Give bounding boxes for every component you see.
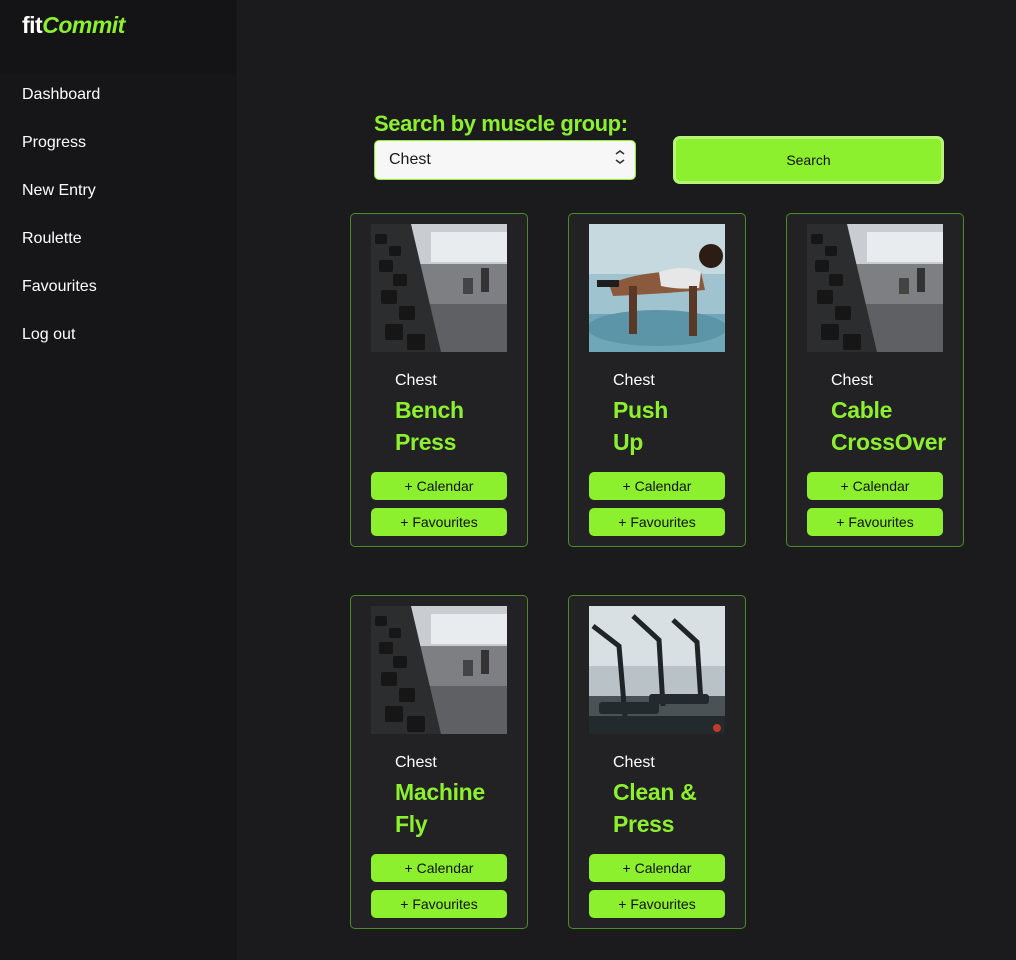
card-title-line-1: Machine: [395, 779, 485, 805]
card-title: Cable CrossOver: [831, 394, 991, 458]
card-title: Bench Press: [395, 394, 555, 458]
add-to-calendar-button[interactable]: + Calendar: [371, 854, 507, 882]
search-label: Search by muscle group:: [374, 111, 628, 136]
dumbbell-rack-image: [371, 606, 507, 734]
card-title-line-1: Bench: [395, 397, 464, 423]
card-title-line-1: Cable: [831, 397, 893, 423]
add-to-favourites-button[interactable]: + Favourites: [371, 890, 507, 918]
add-to-favourites-button[interactable]: + Favourites: [589, 508, 725, 536]
card-title-line-2: Press: [613, 811, 675, 837]
card-title: Machine Fly: [395, 776, 555, 840]
logo-prefix: fit: [22, 12, 43, 38]
add-to-calendar-button[interactable]: + Calendar: [807, 472, 943, 500]
sidebar-item-new-entry[interactable]: New Entry: [22, 180, 100, 228]
sidebar-item-roulette[interactable]: Roulette: [22, 228, 100, 276]
dumbbell-rack-image: [807, 224, 943, 352]
exercise-card: Chest Push Up + Calendar + Favourites: [568, 213, 746, 547]
muscle-group-select[interactable]: Chest: [374, 140, 636, 180]
sidebar-item-favourites[interactable]: Favourites: [22, 276, 100, 324]
card-title-line-1: Clean &: [613, 779, 697, 805]
add-to-favourites-button[interactable]: + Favourites: [807, 508, 943, 536]
card-category: Chest: [613, 372, 655, 389]
sidebar-item-progress[interactable]: Progress: [22, 132, 100, 180]
sidebar-item-log-out[interactable]: Log out: [22, 324, 100, 372]
card-category: Chest: [395, 372, 437, 389]
card-category: Chest: [395, 754, 437, 771]
push-up-image: [589, 224, 725, 352]
chevron-down-icon: [615, 150, 625, 164]
select-value: Chest: [389, 151, 431, 168]
add-to-calendar-button[interactable]: + Calendar: [589, 472, 725, 500]
card-title-line-1: Push: [613, 397, 669, 423]
card-title: Clean & Press: [613, 776, 773, 840]
gym-machines-image: [589, 606, 725, 734]
dumbbell-rack-image: [371, 224, 507, 352]
card-category: Chest: [613, 754, 655, 771]
add-to-calendar-button[interactable]: + Calendar: [371, 472, 507, 500]
card-category: Chest: [831, 372, 873, 389]
exercise-card: Chest Bench Press + Calendar + Favourite…: [350, 213, 528, 547]
sidebar-nav: Dashboard Progress New Entry Roulette Fa…: [22, 84, 100, 372]
card-title-line-2: Fly: [395, 811, 428, 837]
card-title-line-2: Up: [613, 429, 644, 455]
exercise-card: Chest Machine Fly + Calendar + Favourite…: [350, 595, 528, 929]
logo-suffix: Commit: [42, 12, 125, 38]
add-to-favourites-button[interactable]: + Favourites: [371, 508, 507, 536]
sidebar: fitCommit Dashboard Progress New Entry R…: [0, 0, 237, 960]
exercise-card: Chest Clean & Press + Calendar + Favouri…: [568, 595, 746, 929]
search-button[interactable]: Search: [673, 136, 944, 184]
exercise-card: Chest Cable CrossOver + Calendar + Favou…: [786, 213, 964, 547]
card-title: Push Up: [613, 394, 773, 458]
card-title-line-2: Press: [395, 429, 457, 455]
app-logo[interactable]: fitCommit: [22, 12, 125, 39]
add-to-calendar-button[interactable]: + Calendar: [589, 854, 725, 882]
add-to-favourites-button[interactable]: + Favourites: [589, 890, 725, 918]
card-title-line-2: CrossOver: [831, 429, 946, 455]
sidebar-item-dashboard[interactable]: Dashboard: [22, 84, 100, 132]
